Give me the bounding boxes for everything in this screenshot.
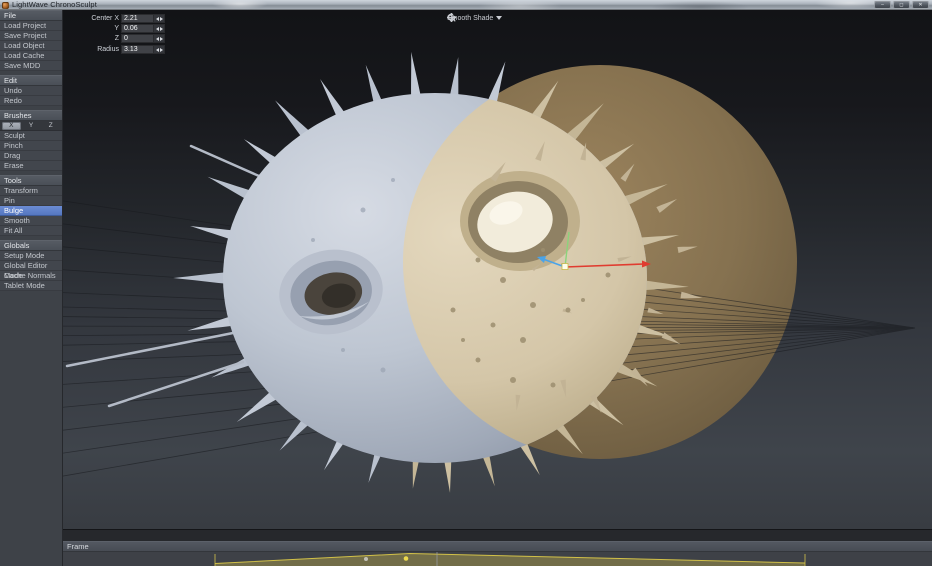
center-y-stepper[interactable] <box>154 24 165 33</box>
sidebar-item-pin[interactable]: Pin <box>0 196 62 206</box>
sidebar-section-brushes: Brushes X Y Z Sculpt Pinch Drag Erase <box>0 110 62 171</box>
center-x-stepper[interactable] <box>154 14 165 23</box>
axis-x-button[interactable]: X <box>2 122 21 130</box>
sidebar-item-pinch[interactable]: Pinch <box>0 141 62 151</box>
sidebar-header-brushes: Brushes <box>0 110 62 121</box>
sidebar-item-load-cache[interactable]: Load Cache <box>0 51 62 61</box>
maximize-button[interactable]: ◻ <box>893 1 910 9</box>
zoom-icon[interactable] <box>447 13 456 22</box>
sidebar-item-erase[interactable]: Erase <box>0 161 62 171</box>
center-y-label: Y <box>77 25 119 32</box>
sidebar-section-file: File Load Project Save Project Load Obje… <box>0 10 62 71</box>
window-title: LightWave ChronoSculpt <box>12 0 97 10</box>
viewport-3d[interactable]: Center X 2.21 Y 0.06 Z 0 Radius 3.13 Smo… <box>63 10 932 529</box>
frame-bar[interactable]: Frame <box>63 541 932 552</box>
timeline-track[interactable] <box>63 552 932 566</box>
gizmo-center-handle <box>562 264 568 270</box>
brush-parameter-panel: Center X 2.21 Y 0.06 Z 0 Radius 3.13 <box>77 14 165 55</box>
sidebar-item-sculpt[interactable]: Sculpt <box>0 131 62 141</box>
sidebar-section-globals: Globals Setup Mode Global Editor Mode Ca… <box>0 240 62 291</box>
center-y-input[interactable]: 0.06 <box>121 24 154 33</box>
sidebar-item-save-project[interactable]: Save Project <box>0 31 62 41</box>
sidebar: File Load Project Save Project Load Obje… <box>0 10 63 566</box>
sidebar-section-tools: Tools Transform Pin Bulge Smooth Fit All <box>0 175 62 236</box>
keyframe-point-grey <box>364 557 368 561</box>
sidebar-item-global-editor-mode[interactable]: Global Editor Mode <box>0 261 62 271</box>
center-x-input[interactable]: 2.21 <box>121 14 154 23</box>
sidebar-section-edit: Edit Undo Redo <box>0 75 62 106</box>
sidebar-header-file: File <box>0 10 62 21</box>
sidebar-item-cache-normals[interactable]: Cache Normals <box>0 271 62 281</box>
frame-label: Frame <box>67 542 89 551</box>
brush-axis-row: X Y Z <box>0 121 62 131</box>
axis-z-button[interactable]: Z <box>41 122 60 130</box>
keyframe-point-selected <box>404 556 409 561</box>
timeline-envelope <box>63 552 932 566</box>
viewport-3d-scene <box>63 10 932 529</box>
center-z-input[interactable]: 0 <box>121 34 154 43</box>
sidebar-item-load-project[interactable]: Load Project <box>0 21 62 31</box>
sidebar-header-tools: Tools <box>0 175 62 186</box>
sidebar-header-globals: Globals <box>0 240 62 251</box>
app-icon <box>2 2 9 9</box>
sidebar-item-bulge[interactable]: Bulge <box>0 206 62 216</box>
sidebar-item-smooth[interactable]: Smooth <box>0 216 62 226</box>
sidebar-item-load-object[interactable]: Load Object <box>0 41 62 51</box>
radius-stepper[interactable] <box>154 45 165 54</box>
center-z-label: Z <box>77 35 119 42</box>
radius-input[interactable]: 3.13 <box>121 45 154 54</box>
center-z-stepper[interactable] <box>154 34 165 43</box>
viewport-toolbar: Smooth Shade <box>447 13 502 23</box>
sidebar-item-fit-all[interactable]: Fit All <box>0 226 62 236</box>
window-titlebar: LightWave ChronoSculpt – ◻ ✕ <box>0 0 932 10</box>
chevron-down-icon <box>496 16 502 20</box>
minimize-button[interactable]: – <box>874 1 891 9</box>
sidebar-item-setup-mode[interactable]: Setup Mode <box>0 251 62 261</box>
sidebar-item-redo[interactable]: Redo <box>0 96 62 106</box>
center-x-label: Center X <box>77 15 119 22</box>
sidebar-item-transform[interactable]: Transform <box>0 186 62 196</box>
axis-y-button[interactable]: Y <box>22 122 41 130</box>
sidebar-item-tablet-mode[interactable]: Tablet Mode <box>0 281 62 291</box>
fish-eye <box>460 171 580 271</box>
sidebar-header-edit: Edit <box>0 75 62 86</box>
radius-label: Radius <box>77 46 119 53</box>
sidebar-item-undo[interactable]: Undo <box>0 86 62 96</box>
timeline-divider <box>63 529 932 541</box>
sidebar-item-save-mdd[interactable]: Save MDD <box>0 61 62 71</box>
sidebar-item-drag[interactable]: Drag <box>0 151 62 161</box>
close-button[interactable]: ✕ <box>912 1 929 9</box>
